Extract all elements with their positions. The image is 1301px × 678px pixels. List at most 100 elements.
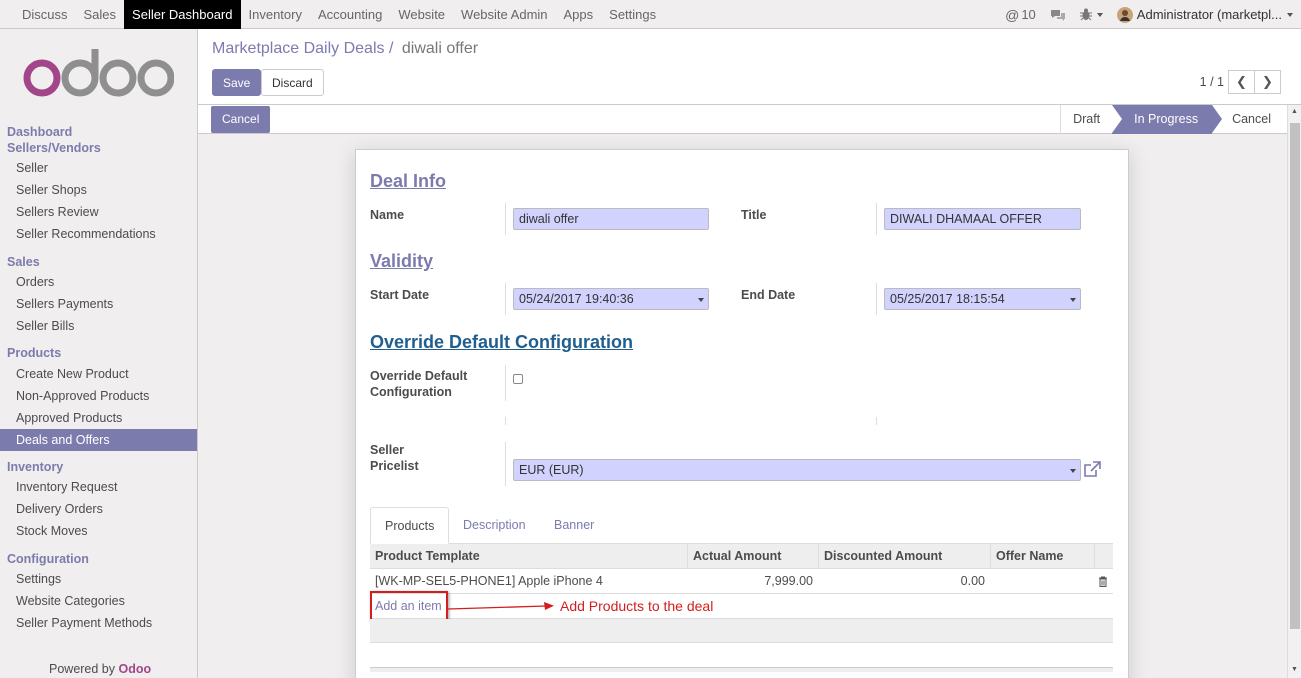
sidebar-section-sales: Sales (7, 255, 40, 269)
content-scrollbar[interactable]: ▲ ▼ (1287, 105, 1301, 678)
tab-banner[interactable]: Banner (540, 507, 608, 544)
discard-button[interactable]: Discard (261, 69, 324, 96)
stage-cancel[interactable]: Cancel (1212, 105, 1287, 134)
column-product-template[interactable]: Product Template (370, 544, 687, 569)
sidebar-item-website-categories[interactable]: Website Categories (0, 590, 197, 612)
scroll-down-icon[interactable]: ▼ (1291, 666, 1298, 673)
user-name: Administrator (marketpl... (1136, 7, 1282, 22)
stage-in-progress[interactable]: In Progress (1112, 105, 1222, 134)
stage-draft[interactable]: Draft (1060, 105, 1112, 134)
menu-settings[interactable]: Settings (601, 0, 664, 29)
user-menu[interactable]: Administrator (marketpl... (1116, 6, 1293, 23)
seller-pricelist-label-line1: Seller (370, 443, 405, 457)
mentions-button[interactable]: @ 10 (1005, 7, 1036, 23)
add-an-item-link[interactable]: Add an item (375, 594, 442, 619)
title-label: Title (741, 208, 767, 222)
menu-inventory[interactable]: Inventory (241, 0, 310, 29)
override-default-checkbox[interactable] (513, 374, 523, 384)
stage-pipeline: Draft In Progress Cancel (1060, 105, 1287, 134)
menu-website-admin[interactable]: Website Admin (453, 0, 555, 29)
notebook-tabs: Products Description Banner (370, 507, 1113, 544)
scrollbar-thumb[interactable] (1290, 123, 1300, 629)
menu-discuss[interactable]: Discuss (14, 0, 76, 29)
section-title-override: Override Default Configuration (370, 332, 634, 352)
sidebar-item-inventory-request[interactable]: Inventory Request (0, 476, 197, 498)
menu-accounting[interactable]: Accounting (310, 0, 390, 29)
add-item-row: Add an item Add Products to the deal (370, 591, 1113, 622)
start-date-field[interactable]: 05/24/2017 19:40:36 (513, 288, 709, 310)
chevron-down-icon (1070, 469, 1076, 473)
seller-pricelist-label-line2: Pricelist (370, 459, 419, 473)
name-label: Name (370, 208, 405, 222)
save-button[interactable]: Save (212, 69, 262, 96)
sidebar-section-products: Products (7, 346, 62, 360)
pager-previous-button[interactable]: ❮ (1228, 70, 1255, 94)
sidebar-item-delivery-orders[interactable]: Delivery Orders (0, 498, 197, 520)
trash-icon[interactable] (1098, 576, 1108, 587)
cancel-deal-button[interactable]: Cancel (211, 106, 271, 133)
end-date-value: 05/25/2017 18:15:54 (890, 292, 1005, 306)
annotation-text: Add Products to the deal (560, 598, 714, 614)
sidebar-section-inventory: Inventory (7, 460, 64, 474)
seller-pricelist-field[interactable]: EUR (EUR) (513, 459, 1081, 481)
section-title-validity: Validity (370, 251, 434, 271)
systray: @ 10 Administrator (marketpl... (1005, 0, 1301, 29)
menu-apps[interactable]: Apps (556, 0, 602, 29)
bug-icon (1079, 8, 1092, 21)
sidebar-item-approved-products[interactable]: Approved Products (0, 407, 197, 429)
field-divider (505, 417, 506, 425)
end-date-field[interactable]: 05/25/2017 18:15:54 (884, 288, 1081, 310)
title-field[interactable]: DIWALI DHAMAAL OFFER (884, 208, 1081, 230)
override-label-line2: Configuration (370, 385, 452, 399)
messages-button[interactable] (1050, 9, 1066, 21)
sidebar-item-create-new-product[interactable]: Create New Product (0, 363, 197, 385)
column-offer-name[interactable]: Offer Name (990, 544, 1094, 569)
sidebar-item-seller-shops[interactable]: Seller Shops (0, 179, 197, 201)
cell-offer-name[interactable] (990, 569, 1094, 594)
sidebar-item-sellers-payments[interactable]: Sellers Payments (0, 293, 197, 315)
pager-value[interactable]: 1 / 1 (1200, 75, 1224, 89)
name-field[interactable]: diwali offer (513, 208, 709, 230)
menu-website[interactable]: Website (390, 0, 453, 29)
odoo-logo[interactable] (22, 45, 174, 103)
tab-products[interactable]: Products (370, 507, 450, 544)
column-actual-amount[interactable]: Actual Amount (687, 544, 818, 569)
main-menu: Discuss Sales Seller Dashboard Inventory… (14, 0, 664, 29)
sidebar-section-dashboard[interactable]: Dashboard (7, 124, 72, 140)
field-divider (505, 442, 506, 486)
products-table: Product Template Actual Amount Discounte… (370, 544, 1113, 594)
sidebar-item-settings[interactable]: Settings (0, 568, 197, 590)
cell-actual-amount[interactable]: 7,999.00 (687, 569, 818, 594)
app-sidebar: Dashboard Sellers/Vendors Seller Seller … (0, 29, 198, 678)
sidebar-item-seller[interactable]: Seller (0, 157, 197, 179)
sidebar-item-seller-payment-methods[interactable]: Seller Payment Methods (0, 612, 197, 634)
breadcrumb-separator: / (388, 40, 394, 57)
scroll-up-icon[interactable]: ▲ (1291, 108, 1298, 115)
column-discounted-amount[interactable]: Discounted Amount (818, 544, 990, 569)
sidebar-item-non-approved-products[interactable]: Non-Approved Products (0, 385, 197, 407)
table-header-row: Product Template Actual Amount Discounte… (370, 544, 1113, 569)
powered-by-link[interactable]: Odoo (119, 662, 152, 676)
debug-menu-button[interactable] (1079, 8, 1103, 21)
sidebar-item-orders[interactable]: Orders (0, 271, 197, 293)
sidebar-item-sellers-review[interactable]: Sellers Review (0, 201, 197, 223)
sidebar-section-sellers[interactable]: Sellers/Vendors (7, 140, 101, 156)
sidebar-item-stock-moves[interactable]: Stock Moves (0, 520, 197, 542)
sidebar-item-seller-recommendations[interactable]: Seller Recommendations (0, 223, 197, 245)
table-row[interactable]: [WK-MP-SEL5-PHONE1] Apple iPhone 4 7,999… (370, 569, 1113, 594)
menu-sales[interactable]: Sales (76, 0, 125, 29)
menu-seller-dashboard[interactable]: Seller Dashboard (124, 0, 241, 29)
sidebar-item-deals-and-offers[interactable]: Deals and Offers (0, 429, 197, 451)
pager-next-button[interactable]: ❯ (1254, 70, 1281, 94)
sidebar-section-configuration: Configuration (7, 552, 89, 566)
pager: 1 / 1 ❮ ❯ (1200, 70, 1281, 94)
cell-discounted-amount[interactable]: 0.00 (818, 569, 990, 594)
start-date-label: Start Date (370, 288, 430, 302)
breadcrumb-parent[interactable]: Marketplace Daily Deals (212, 40, 385, 57)
start-date-value: 05/24/2017 19:40:36 (519, 292, 634, 306)
seller-pricelist-value: EUR (EUR) (519, 463, 584, 477)
tab-description[interactable]: Description (449, 507, 540, 544)
external-link-icon[interactable] (1083, 461, 1101, 478)
breadcrumb: Marketplace Daily Deals / diwali offer (212, 40, 478, 58)
sidebar-item-seller-bills[interactable]: Seller Bills (0, 315, 197, 337)
